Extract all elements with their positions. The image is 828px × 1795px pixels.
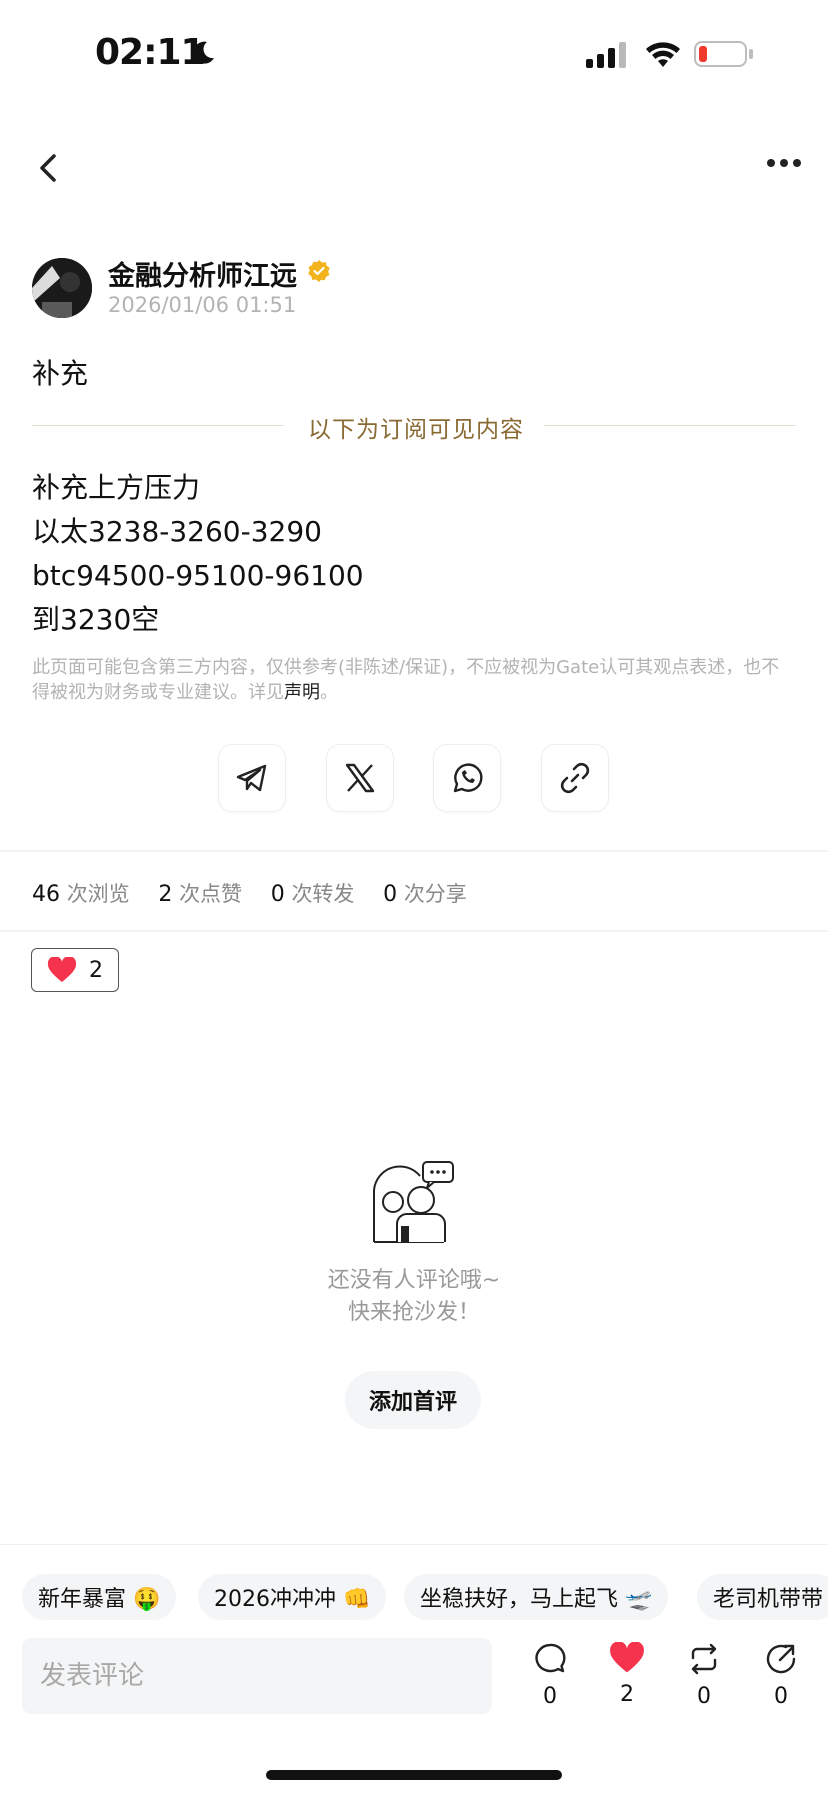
battery-icon [694,41,753,67]
views-count: 46 [32,882,60,907]
disclaimer: 此页面可能包含第三方内容，仅供参考(非陈述/保证)，不应被视为Gate认可其观点… [32,655,782,705]
post-title: 补充 [32,357,89,390]
shares-label: 次分享 [403,882,467,906]
empty-comments-text: 还没有人评论哦~ 快来抢沙发！ [0,1265,828,1329]
disclaimer-text: 此页面可能包含第三方内容，仅供参考(非陈述/保证)，不应被视为Gate认可其观点… [32,657,780,703]
comment-count: 0 [543,1684,557,1709]
whatsapp-icon [453,763,483,793]
cellular-signal-icon [586,42,626,68]
telegram-icon [236,764,267,792]
heart-icon [47,957,77,982]
repost-icon [691,1643,717,1675]
likes-label: 次点赞 [179,882,243,906]
bottom-separator [0,1544,828,1545]
share-whatsapp-button[interactable] [433,744,501,812]
section-divider [0,930,828,932]
comment-input[interactable] [22,1638,492,1714]
repost-count: 0 [697,1684,711,1709]
author-name[interactable]: 金融分析师江远 [108,254,297,293]
home-indicator[interactable] [266,1770,562,1780]
wifi-icon [646,42,680,67]
heart-reaction-button[interactable]: 2 [31,948,119,992]
add-first-comment-button[interactable]: 添加首评 [345,1371,481,1429]
quick-comment-chip[interactable]: 坐稳扶好，马上起飞 🛫 [404,1574,669,1620]
back-arrow-icon[interactable] [34,150,64,186]
copy-link-button[interactable] [541,744,609,812]
subscription-divider-text: 以下为订阅可见内容 [308,417,524,443]
likes-count: 2 [158,882,173,907]
repost-action[interactable]: 0 [679,1642,729,1709]
post-stats: 46 次浏览 2 次点赞 0 次转发 0 次分享 [32,878,489,908]
empty-line-2: 快来抢沙发！ [347,1300,480,1325]
views-label: 次浏览 [66,882,130,906]
share-x-button[interactable] [326,744,394,812]
empty-line-1: 还没有人评论哦~ [327,1268,501,1293]
share-count: 0 [774,1684,788,1709]
status-time: 02:11 [95,32,206,73]
share-telegram-button[interactable] [218,744,286,812]
share-action[interactable]: 0 [756,1642,806,1709]
section-divider [0,850,828,852]
post-line: 补充上方压力 [32,471,201,504]
author-avatar[interactable] [32,258,92,318]
post-timestamp: 2026/01/06 01:51 [108,293,297,317]
verified-badge-icon [308,260,330,282]
divider-line-right [544,425,796,426]
reposts-count: 0 [270,882,285,907]
reaction-count: 2 [89,957,103,983]
divider-line-left [32,425,284,426]
quick-comment-chip[interactable]: 老司机带带 [697,1574,828,1620]
comment-bubble-icon [535,1643,566,1673]
statement-link[interactable]: 声明 [284,682,320,703]
shares-count: 0 [383,882,398,907]
comment-action[interactable]: 0 [525,1642,575,1709]
disclaimer-end: 。 [320,682,338,703]
link-icon [560,762,590,794]
x-logo-icon [345,763,375,793]
heart-filled-icon [610,1641,644,1673]
moon-icon [193,41,214,64]
post-line: 到3230空 [32,603,160,636]
post-line: btc94500-95100-96100 [32,559,364,592]
like-action[interactable]: 2 [602,1641,652,1707]
empty-comments-illustration [373,1161,454,1243]
share-icon [766,1644,796,1674]
post-line: 以太3238-3260-3290 [32,515,322,548]
quick-comment-chip[interactable]: 2026冲冲冲 👊 [198,1574,387,1620]
more-options-icon[interactable] [766,158,802,168]
reposts-label: 次转发 [291,882,355,906]
like-count: 2 [620,1682,634,1707]
quick-comment-chip[interactable]: 新年暴富 🤑 [22,1574,177,1620]
post-body: 补充上方压力 以太3238-3260-3290 btc94500-95100-9… [32,466,364,642]
